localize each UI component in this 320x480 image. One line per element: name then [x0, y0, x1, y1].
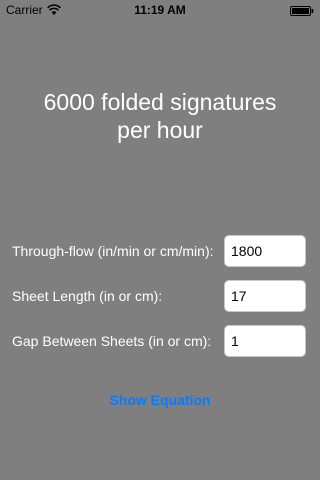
through-flow-input[interactable]	[224, 235, 306, 267]
sheet-length-input[interactable]	[224, 280, 306, 312]
show-equation-button[interactable]: Show Equation	[0, 392, 320, 408]
gap-input[interactable]	[224, 325, 306, 357]
status-time: 11:19 AM	[134, 3, 186, 17]
result-text: 6000 folded signatures per hour	[10, 88, 310, 144]
gap-row: Gap Between Sheets (in or cm):	[12, 325, 308, 357]
battery-icon	[290, 5, 314, 16]
through-flow-label: Through-flow (in/min or cm/min):	[12, 243, 214, 259]
sheet-length-row: Sheet Length (in or cm):	[12, 280, 308, 312]
result-line-1: 6000 folded signatures	[43, 89, 277, 115]
through-flow-row: Through-flow (in/min or cm/min):	[12, 235, 308, 267]
result-line-2: per hour	[117, 117, 203, 143]
gap-label: Gap Between Sheets (in or cm):	[12, 333, 212, 349]
sheet-length-label: Sheet Length (in or cm):	[12, 288, 163, 304]
status-bar: Carrier 11:19 AM	[0, 0, 320, 20]
